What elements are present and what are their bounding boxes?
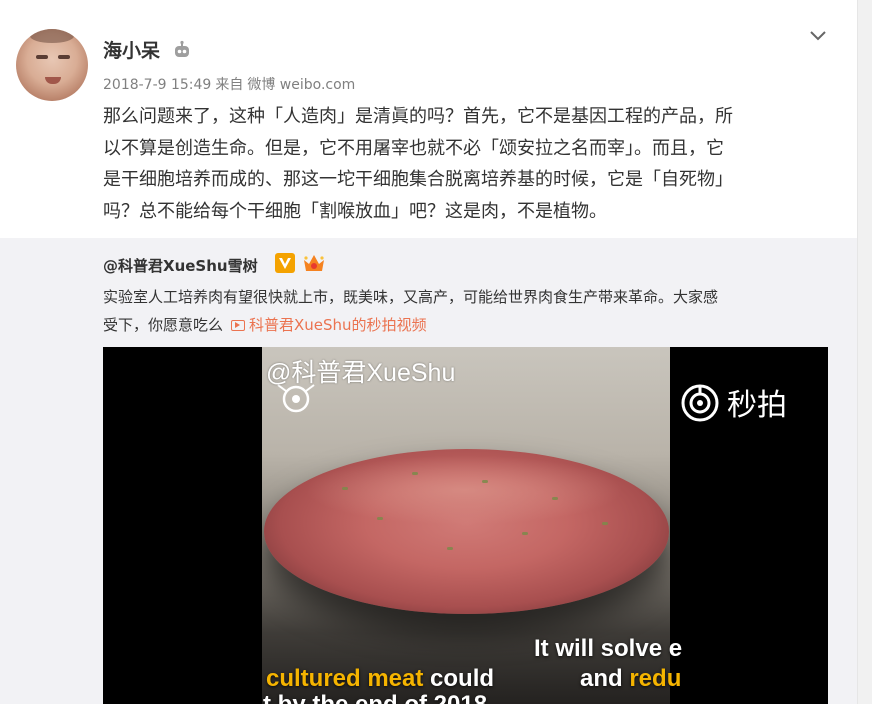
patty-highlight xyxy=(304,455,624,525)
avatar-eye xyxy=(58,55,70,59)
repost-text-line: 实验室人工培养肉有望很快就上市，既美味，又高产，可能给世界肉食生产带来革命。大家… xyxy=(103,288,719,306)
caption-highlight: cultured meat xyxy=(266,665,424,692)
weibo-post-card: 海小呆 2018-7-9 15:49 来自 微博 weibo.com 那么问题来了，… xyxy=(0,0,857,704)
video-link-icon[interactable] xyxy=(231,320,246,331)
user-avatar[interactable] xyxy=(16,29,88,101)
caption-left-2: t by the end of 2018 xyxy=(263,691,487,704)
herb-speck xyxy=(447,547,453,550)
caption-text: and xyxy=(580,665,630,692)
verified-v-icon xyxy=(275,253,295,273)
avatar-hair xyxy=(30,29,74,43)
herb-speck xyxy=(342,487,348,490)
repost-text-line: 受下，你愿意吃么 xyxy=(103,316,224,334)
repost-text-line-2: 受下，你愿意吃么 科普君XueShu的秒拍视频 xyxy=(103,311,833,339)
miaopai-brand: 秒拍 xyxy=(727,389,787,422)
herb-speck xyxy=(552,497,558,500)
miaopai-logo-icon xyxy=(681,384,719,422)
from-label: 来自 xyxy=(215,77,244,93)
avatar-eye xyxy=(36,55,48,59)
post-date[interactable]: 2018-7-9 15:49 xyxy=(103,77,211,93)
caption-left: cultured meat could xyxy=(266,665,494,693)
caption-text: could xyxy=(423,665,495,692)
caption-highlight: redu xyxy=(629,665,682,692)
avatar-mouth xyxy=(45,77,61,84)
post-source[interactable]: 微博 weibo.com xyxy=(247,77,355,93)
chevron-down-icon[interactable] xyxy=(808,26,828,46)
repost-text: 实验室人工培养肉有望很快就上市，既美味，又高产，可能给世界肉食生产带来革命。大家… xyxy=(103,283,833,339)
video-watermark: @科普君XueShu xyxy=(266,359,456,387)
reposted-content: @科普君XueShu雪树 实验室人工培养肉有望很快就上市，既美味，又高产，可能给… xyxy=(0,238,857,704)
video-link[interactable]: 科普君XueShu的秒拍视频 xyxy=(249,316,427,334)
caption-right: It will solve e xyxy=(534,635,683,662)
robot-badge-icon xyxy=(175,40,189,57)
herb-speck xyxy=(522,532,528,535)
herb-speck xyxy=(412,472,418,475)
herb-speck xyxy=(482,480,488,483)
post-username[interactable]: 海小呆 xyxy=(103,36,160,63)
post-text-line: 那么问题来了，这种「人造肉」是清眞的吗？首先，它不是基因工程的产品，所 xyxy=(103,106,733,127)
post-text-line: 是干细胞培养而成的、那这一坨干细胞集合脱离培养基的时候，它是「自死物」 xyxy=(103,169,733,190)
caption-right-2: and redu xyxy=(580,665,681,693)
herb-speck xyxy=(377,517,383,520)
post-meta: 2018-7-9 15:49 来自 微博 weibo.com xyxy=(103,74,359,94)
repost-author[interactable]: @科普君XueShu雪树 xyxy=(103,255,258,276)
post-text-line: 以不算是创造生命。但是，它不用屠宰也就不必「颂安拉之名而宰」。而且，它 xyxy=(103,137,724,159)
crown-badge-icon xyxy=(304,255,324,271)
herb-speck xyxy=(602,522,608,525)
video-player[interactable]: @科普君XueShu 秒拍 cultured meat could t by t… xyxy=(103,347,828,704)
post-text: 那么问题来了，这种「人造肉」是清眞的吗？首先，它不是基因工程的产品，所 以不算是… xyxy=(103,101,833,227)
post-text-line: 吗？总不能给每个干细胞「割喉放血」吧？这是肉，不是植物。 xyxy=(103,200,607,222)
page-scrollbar[interactable] xyxy=(857,0,872,704)
